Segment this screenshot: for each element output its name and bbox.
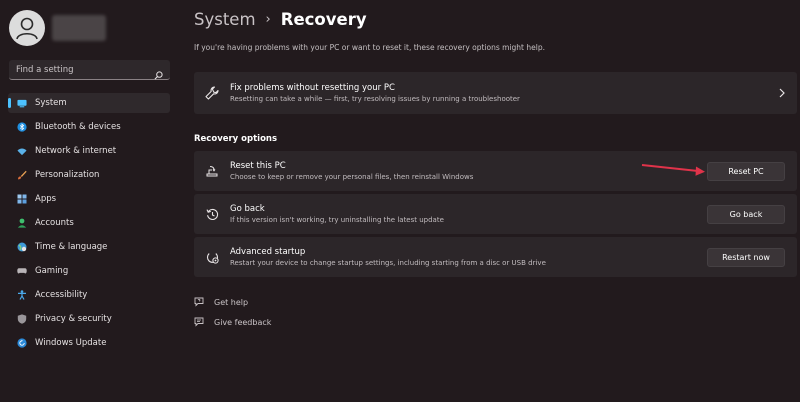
apps-icon <box>17 194 27 204</box>
card-description: Restart your device to change startup se… <box>230 259 546 267</box>
search-icon[interactable] <box>154 65 163 84</box>
bluetooth-icon <box>17 122 27 132</box>
feedback-icon <box>194 317 214 328</box>
help-links: Get help Give feedback <box>194 296 271 336</box>
sidebar-item-label: Time & language <box>35 242 108 252</box>
page-description: If you're having problems with your PC o… <box>194 43 545 52</box>
give-feedback-link[interactable]: Give feedback <box>194 316 271 328</box>
give-feedback-label[interactable]: Give feedback <box>214 318 271 327</box>
card-description: Choose to keep or remove your personal f… <box>230 173 474 181</box>
card-description: Resetting can take a while — first, try … <box>230 95 520 103</box>
sidebar-item-gaming[interactable]: Gaming <box>8 261 170 281</box>
sidebar-item-label: Apps <box>35 194 57 204</box>
search-input[interactable] <box>16 64 146 75</box>
fix-problems-card[interactable]: Fix problems without resetting your PC R… <box>194 72 797 114</box>
card-title: Advanced startup <box>230 247 306 257</box>
reset-pc-card: Reset this PC Choose to keep or remove y… <box>194 151 797 191</box>
sidebar-item-time-language[interactable]: Time & language <box>8 237 170 257</box>
reset-pc-text: Reset this PC Choose to keep or remove y… <box>230 161 707 181</box>
monitor-icon <box>17 98 27 108</box>
sidebar-item-label: System <box>35 98 67 108</box>
annotation-arrow-icon <box>641 164 705 176</box>
sidebar-item-label: Accessibility <box>35 290 88 300</box>
card-description: If this version isn't working, try unins… <box>230 216 444 224</box>
sidebar-item-network[interactable]: Network & internet <box>8 141 170 161</box>
breadcrumb-parent[interactable]: System <box>194 10 256 29</box>
avatar[interactable] <box>9 10 45 46</box>
sidebar-item-windows-update[interactable]: Windows Update <box>8 333 170 353</box>
gamepad-icon <box>17 266 27 276</box>
go-back-card: Go back If this version isn't working, t… <box>194 194 797 234</box>
advanced-startup-text: Advanced startup Restart your device to … <box>230 247 707 267</box>
go-back-button[interactable]: Go back <box>707 204 785 224</box>
fix-problems-text: Fix problems without resetting your PC R… <box>230 83 767 103</box>
sidebar-item-label: Bluetooth & devices <box>35 122 121 132</box>
history-icon <box>194 208 230 221</box>
breadcrumb: System › Recovery <box>194 10 367 29</box>
sidebar-item-privacy-security[interactable]: Privacy & security <box>8 309 170 329</box>
reset-pc-icon <box>194 165 230 177</box>
search-box[interactable] <box>9 60 170 80</box>
sidebar-item-bluetooth[interactable]: Bluetooth & devices <box>8 117 170 137</box>
sidebar-item-accessibility[interactable]: Accessibility <box>8 285 170 305</box>
sidebar-item-system[interactable]: System <box>8 93 170 113</box>
reset-pc-button[interactable]: Reset PC <box>707 161 785 181</box>
get-help-link[interactable]: Get help <box>194 296 271 308</box>
page-title: Recovery <box>280 10 367 29</box>
sidebar-item-label: Windows Update <box>35 338 107 348</box>
wrench-icon <box>194 86 230 100</box>
advanced-startup-icon <box>194 251 230 264</box>
person-icon <box>17 218 27 228</box>
accessibility-icon <box>17 290 27 300</box>
sidebar-item-apps[interactable]: Apps <box>8 189 170 209</box>
card-title: Fix problems without resetting your PC <box>230 83 395 93</box>
section-title: Recovery options <box>194 134 278 144</box>
wifi-icon <box>17 146 27 156</box>
shield-icon <box>17 314 27 324</box>
card-title: Reset this PC <box>230 161 286 171</box>
globe-icon <box>17 242 27 252</box>
sidebar-item-accounts[interactable]: Accounts <box>8 213 170 233</box>
sidebar-item-label: Accounts <box>35 218 74 228</box>
brush-icon <box>17 170 27 180</box>
breadcrumb-separator: › <box>265 12 271 27</box>
update-icon <box>17 338 27 348</box>
sidebar-item-label: Personalization <box>35 170 100 180</box>
help-icon <box>194 297 214 308</box>
sidebar-item-label: Network & internet <box>35 146 117 156</box>
get-help-label[interactable]: Get help <box>214 298 248 307</box>
person-silhouette-icon <box>16 17 38 40</box>
sidebar-item-label: Gaming <box>35 266 69 276</box>
sidebar: System Bluetooth & devices Network & int… <box>0 0 180 402</box>
username-blurred <box>52 15 106 41</box>
chevron-right-icon[interactable] <box>767 88 797 98</box>
go-back-text: Go back If this version isn't working, t… <box>230 204 707 224</box>
card-title: Go back <box>230 204 265 214</box>
nav-list: System Bluetooth & devices Network & int… <box>8 93 170 357</box>
sidebar-item-personalization[interactable]: Personalization <box>8 165 170 185</box>
restart-now-button[interactable]: Restart now <box>707 247 785 267</box>
advanced-startup-card: Advanced startup Restart your device to … <box>194 237 797 277</box>
sidebar-item-label: Privacy & security <box>35 314 112 324</box>
